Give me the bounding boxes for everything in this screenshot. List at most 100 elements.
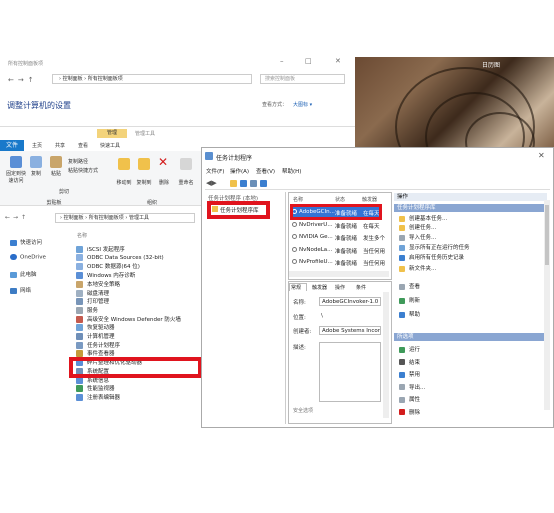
properties-icon[interactable] <box>260 180 267 187</box>
help-icon[interactable] <box>250 180 257 187</box>
delete-icon[interactable]: ✕ <box>158 156 168 168</box>
rename-icon[interactable] <box>180 158 192 170</box>
nav-arrows-icon[interactable]: ←→↑ <box>8 76 38 84</box>
tab-triggers[interactable]: 触发器 <box>312 284 327 291</box>
menu-file[interactable]: 文件(F) <box>206 167 224 175</box>
selected-action-item[interactable]: 属性 <box>399 395 420 403</box>
toggle-pane-icon[interactable] <box>240 180 247 187</box>
folder-icon[interactable] <box>230 180 237 187</box>
tab-actions[interactable]: 操作 <box>335 284 345 291</box>
tab-conditions[interactable]: 条件 <box>356 284 366 291</box>
file-list-item[interactable]: 注册表编辑器 <box>76 393 120 401</box>
task-status: 准备就绪 <box>335 248 358 255</box>
copy-icon[interactable] <box>30 156 42 168</box>
task-row[interactable]: NvProfileU... 准备就绪 当任何用 <box>292 259 385 267</box>
tab-quick-tools[interactable]: 快速工具 <box>100 142 120 149</box>
list-header-trigger[interactable]: 触发器 <box>362 196 377 203</box>
action-item[interactable]: 创建基本任务... <box>399 214 447 222</box>
file-list-item[interactable]: ODBC 数据源(64 位) <box>76 262 140 271</box>
cut-button[interactable]: 剪切 <box>52 188 76 195</box>
action-item[interactable]: 新文件夹... <box>399 264 436 272</box>
list-header-name[interactable]: 名称 <box>293 196 303 203</box>
action-item[interactable]: 帮助 <box>399 310 420 318</box>
list-scrollbar[interactable] <box>289 271 389 277</box>
tool-icon <box>76 393 83 401</box>
author-value: Adobe Systems Incorpo <box>319 326 381 335</box>
action-item[interactable]: 导入任务... <box>399 233 436 241</box>
tab-file[interactable]: 文件 <box>0 140 24 151</box>
action-item[interactable]: 显示所有正在运行的任务 <box>399 243 470 251</box>
task-icon <box>292 259 297 264</box>
column-header-name[interactable]: 名称 <box>77 232 87 239</box>
paste-shortcut-button[interactable]: 粘贴快捷方式 <box>68 167 108 174</box>
copy-path-button[interactable]: 复制路径 <box>68 158 104 165</box>
explorer-nav-icon[interactable]: ←→↑ <box>5 214 29 221</box>
tab-manage[interactable]: 管理 <box>97 129 127 138</box>
minimize-icon[interactable]: – <box>280 57 284 65</box>
selected-action-item[interactable]: 导出... <box>399 383 425 391</box>
task-row[interactable]: NvDriverU... 准备就绪 在每天 <box>292 221 380 230</box>
sidebar-item-quick-access[interactable]: 快速访问 <box>10 238 42 246</box>
explorer-address-bar[interactable]: › 控制面板 › 所有控制面板项 › 管理工具 <box>55 213 195 223</box>
file-list-item[interactable]: 性能监视器 <box>76 384 115 393</box>
file-list-item[interactable]: 打印管理 <box>76 297 109 306</box>
selected-action-item[interactable]: 禁用 <box>399 370 420 378</box>
menu-help[interactable]: 帮助(H) <box>282 167 301 175</box>
close-icon[interactable]: ✕ <box>335 57 341 65</box>
action-item[interactable]: 启用所有任务历史记录 <box>399 253 464 261</box>
tree-item-library[interactable]: 任务计划程序库 <box>220 206 259 214</box>
action-item[interactable]: 刷新 <box>399 296 420 304</box>
sidebar-item-onedrive[interactable]: OneDrive <box>10 254 46 261</box>
file-list-item[interactable]: 磁盘清理 <box>76 289 109 297</box>
file-list-item[interactable]: 本地安全策略 <box>76 280 120 288</box>
selected-action-item[interactable]: 结束 <box>399 358 420 366</box>
task-trigger: 当任何用 <box>363 248 386 255</box>
delete-button[interactable]: 删除 <box>152 179 176 186</box>
task-icon <box>292 246 297 252</box>
file-list-item[interactable]: 高级安全 Windows Defender 防火墙 <box>76 315 181 323</box>
tab-share[interactable]: 共享 <box>55 142 65 149</box>
actions-scrollbar-thumb[interactable] <box>545 205 549 265</box>
location-value: \ <box>321 313 323 319</box>
actions-library-header[interactable]: 任务计划程序库 <box>394 204 547 212</box>
file-list-item[interactable]: iSCSI 发起程序 <box>76 245 125 253</box>
list-header-status[interactable]: 状态 <box>335 196 345 203</box>
pin-icon[interactable] <box>10 156 22 168</box>
view-dropdown[interactable]: 大图标 ▾ <box>293 101 312 108</box>
back-forward-icon[interactable]: ◀▶ <box>206 179 217 187</box>
tab-view[interactable]: 查看 <box>78 142 88 149</box>
file-list-item[interactable]: 计算机管理 <box>76 332 115 340</box>
task-row[interactable]: NVIDIA Ge... 准备就绪 发生多个 <box>292 234 385 242</box>
tab-general[interactable]: 常规 <box>291 284 301 291</box>
control-panel-window <box>0 57 355 127</box>
address-bar[interactable]: › 控制面板 › 所有控制面板项 <box>52 74 252 84</box>
maximize-icon[interactable]: □ <box>305 57 312 65</box>
action-item[interactable]: 查看 <box>399 282 420 290</box>
task-row[interactable]: NvNodeLa... 准备就绪 当任何用 <box>292 246 385 255</box>
action-item[interactable]: 创建任务... <box>399 223 436 231</box>
move-to-icon[interactable] <box>118 158 130 170</box>
selected-action-item[interactable]: 运行 <box>399 345 420 353</box>
file-list-item[interactable]: Windows 内存诊断 <box>76 271 135 280</box>
detail-scrollbar[interactable] <box>383 292 389 418</box>
sidebar-item-this-pc[interactable]: 此电脑 <box>10 270 37 278</box>
selected-item-header[interactable]: 所选项 <box>394 333 547 341</box>
rename-button[interactable]: 重命名 <box>174 179 198 186</box>
tab-home[interactable]: 主页 <box>32 142 42 149</box>
paste-icon[interactable] <box>50 156 62 168</box>
file-list-item[interactable]: ODBC Data Sources (32-bit) <box>76 253 164 261</box>
selected-action-item[interactable]: 删除 <box>399 408 420 416</box>
close-icon[interactable]: ✕ <box>538 151 545 160</box>
tool-icon <box>76 246 83 253</box>
name-label: 名称: <box>293 300 306 306</box>
copy-to-icon[interactable] <box>138 158 150 170</box>
sidebar-item-network[interactable]: 网络 <box>10 286 31 294</box>
file-list-item[interactable]: 恢复驱动器 <box>76 323 115 332</box>
file-list-item[interactable]: 服务 <box>76 306 98 314</box>
paste-button[interactable]: 粘贴 <box>44 170 68 177</box>
file-list-item[interactable]: 任务计划程序 <box>76 341 120 349</box>
search-input[interactable]: 搜索控制面板 <box>260 74 345 84</box>
menu-action[interactable]: 操作(A) <box>230 167 249 175</box>
menu-view[interactable]: 查看(V) <box>256 167 275 175</box>
task-trigger: 发生多个 <box>363 236 386 242</box>
